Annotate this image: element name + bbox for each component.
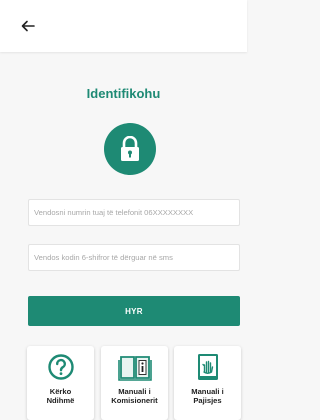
device-manual-label: Manuali i Pajisjes xyxy=(191,387,224,405)
question-circle-icon xyxy=(47,354,74,380)
phone-number-input[interactable] xyxy=(28,199,240,226)
login-button[interactable]: HYR xyxy=(28,296,240,326)
help-card[interactable]: Kërko Ndihmë xyxy=(27,346,94,420)
commissioner-manual-label: Manuali i Komisionerit xyxy=(111,387,158,405)
sms-code-input[interactable] xyxy=(28,244,240,271)
device-manual-card[interactable]: Manuali i Pajisjes xyxy=(174,346,241,420)
help-card-label: Kërko Ndihmë xyxy=(46,387,75,405)
hand-book-icon xyxy=(197,354,218,380)
commissioner-manual-card[interactable]: Manuali i Komisionerit xyxy=(101,346,168,420)
padlock-icon xyxy=(121,136,139,161)
top-app-bar xyxy=(0,0,247,52)
page-title: Identifikohu xyxy=(86,86,161,101)
arrow-left-icon xyxy=(21,20,35,32)
lock-badge xyxy=(104,123,156,175)
back-button[interactable] xyxy=(18,18,38,34)
info-book-icon xyxy=(117,356,152,381)
